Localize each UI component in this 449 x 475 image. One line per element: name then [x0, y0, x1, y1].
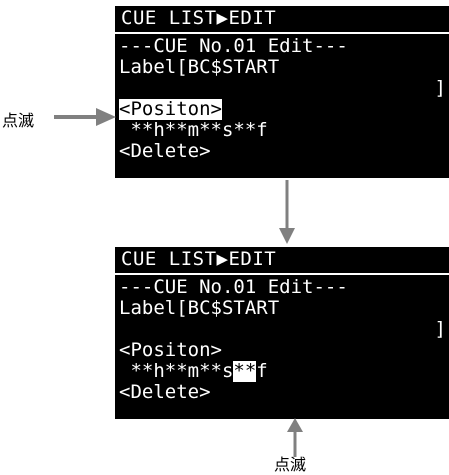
cue-edit-header: ---CUE No.01 Edit--- [119, 36, 348, 57]
timecode-suffix: f [256, 361, 268, 382]
label-field-end: ] [434, 319, 446, 340]
delete-menu-item[interactable]: <Delete> [119, 382, 446, 403]
lcd-screen-before: CUE LIST▶EDIT ---CUE No.01 Edit--- Label… [115, 6, 449, 178]
position-menu-item[interactable]: <Positon> [119, 340, 446, 361]
label-field-end: ] [434, 78, 446, 99]
lcd-screen-after: CUE LIST▶EDIT ---CUE No.01 Edit--- Label… [115, 247, 449, 419]
timecode-seconds-highlighted[interactable]: ** [233, 361, 257, 382]
label-field: Label[BC$START [119, 298, 280, 319]
label-field: Label[BC$START [119, 57, 280, 78]
blink-label-left: 点滅 [2, 111, 35, 130]
cue-edit-header: ---CUE No.01 Edit--- [119, 277, 348, 298]
screen-title: CUE LIST▶EDIT [115, 247, 449, 275]
screen-title: CUE LIST▶EDIT [115, 6, 449, 34]
blink-label-bottom: 点滅 [274, 455, 307, 474]
arrow-down-icon [279, 180, 295, 244]
arrow-right-icon [54, 108, 116, 126]
timecode-prefix: **h**m**s [119, 361, 234, 382]
timecode-field[interactable]: **h**m**s**f [119, 361, 446, 382]
delete-menu-item[interactable]: <Delete> [119, 141, 446, 162]
